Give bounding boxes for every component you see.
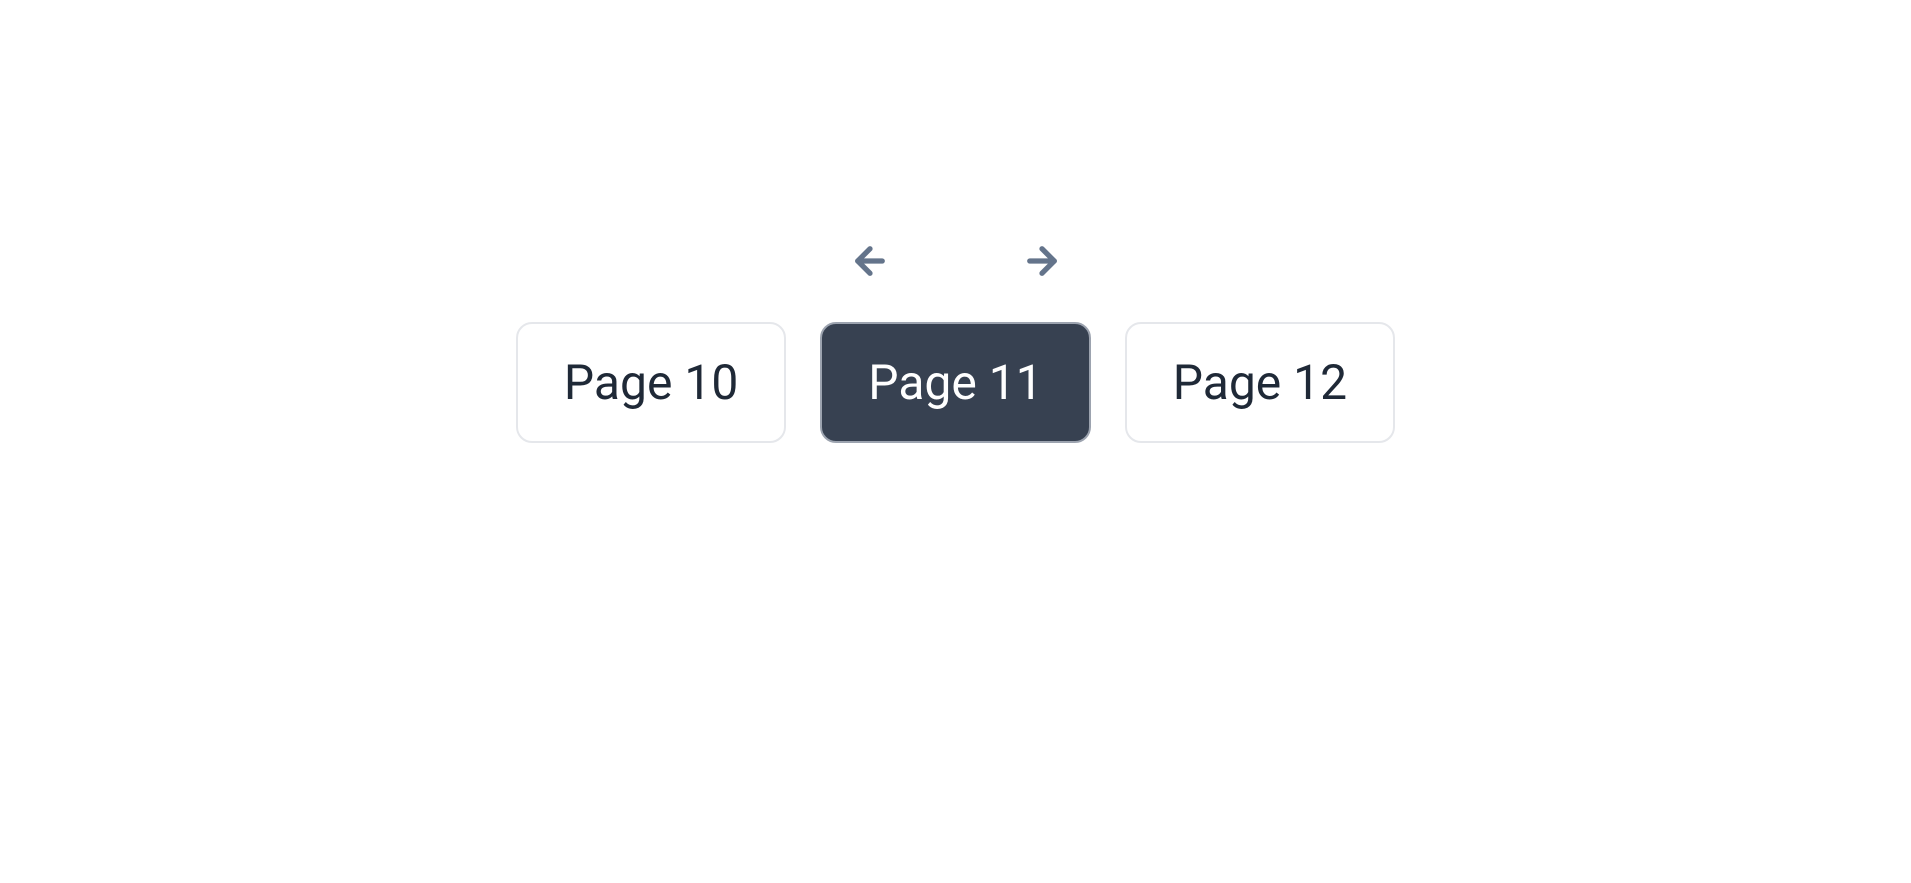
page-button-11[interactable]: Page 11 xyxy=(820,322,1090,443)
next-page-button[interactable] xyxy=(1021,240,1063,282)
arrow-left-icon xyxy=(849,240,891,282)
arrow-right-icon xyxy=(1021,240,1063,282)
page-buttons-row: Page 10 Page 11 Page 12 xyxy=(516,322,1395,443)
pagination: Page 10 Page 11 Page 12 xyxy=(516,240,1395,443)
previous-page-button[interactable] xyxy=(849,240,891,282)
page-button-12[interactable]: Page 12 xyxy=(1125,322,1395,443)
page-button-10[interactable]: Page 10 xyxy=(516,322,786,443)
arrow-navigation-row xyxy=(849,240,1063,282)
